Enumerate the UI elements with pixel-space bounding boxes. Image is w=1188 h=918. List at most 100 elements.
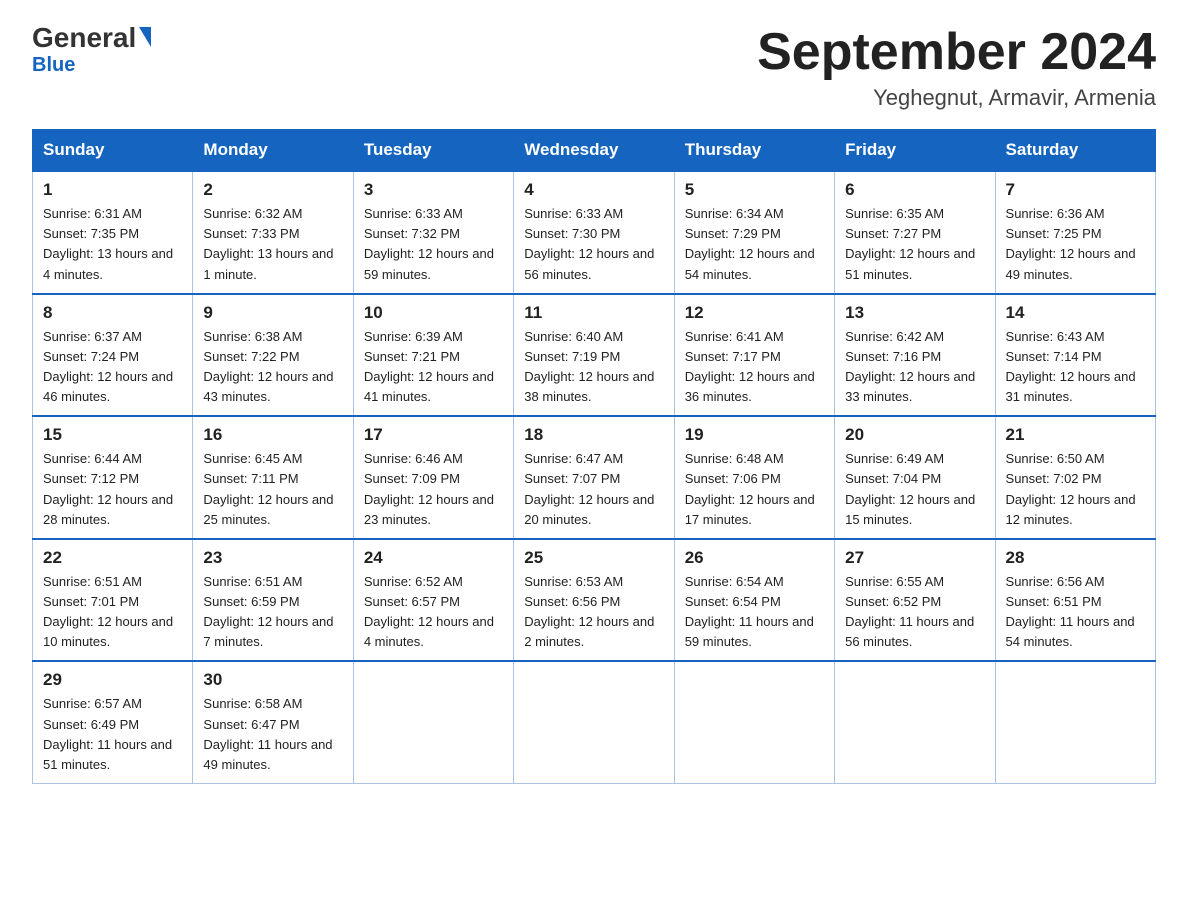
calendar-cell: 14 Sunrise: 6:43 AMSunset: 7:14 PMDayligh… — [995, 294, 1155, 417]
day-number: 26 — [685, 548, 824, 568]
logo: General Blue — [32, 24, 151, 77]
calendar-cell: 5 Sunrise: 6:34 AMSunset: 7:29 PMDaylight… — [674, 171, 834, 294]
header-monday: Monday — [193, 130, 353, 172]
calendar-cell: 25 Sunrise: 6:53 AMSunset: 6:56 PMDayligh… — [514, 539, 674, 662]
day-number: 13 — [845, 303, 984, 323]
calendar-cell: 18 Sunrise: 6:47 AMSunset: 7:07 PMDayligh… — [514, 416, 674, 539]
day-info: Sunrise: 6:49 AMSunset: 7:04 PMDaylight:… — [845, 451, 975, 526]
calendar-cell: 9 Sunrise: 6:38 AMSunset: 7:22 PMDaylight… — [193, 294, 353, 417]
week-row-3: 15 Sunrise: 6:44 AMSunset: 7:12 PMDayligh… — [33, 416, 1156, 539]
day-number: 11 — [524, 303, 663, 323]
day-info: Sunrise: 6:34 AMSunset: 7:29 PMDaylight:… — [685, 206, 815, 281]
day-info: Sunrise: 6:40 AMSunset: 7:19 PMDaylight:… — [524, 329, 654, 404]
calendar-cell: 19Sunrise: 6:48 AMSunset: 7:06 PMDayligh… — [674, 416, 834, 539]
day-info: Sunrise: 6:55 AMSunset: 6:52 PMDaylight:… — [845, 574, 974, 649]
calendar-cell — [514, 661, 674, 783]
logo-text: General — [32, 24, 151, 52]
calendar-cell — [353, 661, 513, 783]
calendar-cell — [995, 661, 1155, 783]
calendar-cell: 10Sunrise: 6:39 AMSunset: 7:21 PMDayligh… — [353, 294, 513, 417]
day-number: 21 — [1006, 425, 1145, 445]
day-info: Sunrise: 6:52 AMSunset: 6:57 PMDaylight:… — [364, 574, 494, 649]
weekday-header-row: Sunday Monday Tuesday Wednesday Thursday… — [33, 130, 1156, 172]
day-info: Sunrise: 6:32 AMSunset: 7:33 PMDaylight:… — [203, 206, 333, 281]
calendar-cell: 29 Sunrise: 6:57 AMSunset: 6:49 PMDayligh… — [33, 661, 193, 783]
day-info: Sunrise: 6:53 AMSunset: 6:56 PMDaylight:… — [524, 574, 654, 649]
day-number: 16 — [203, 425, 342, 445]
day-number: 3 — [364, 180, 503, 200]
calendar-table: Sunday Monday Tuesday Wednesday Thursday… — [32, 129, 1156, 784]
calendar-cell: 13 Sunrise: 6:42 AMSunset: 7:16 PMDayligh… — [835, 294, 995, 417]
header-sunday: Sunday — [33, 130, 193, 172]
day-info: Sunrise: 6:33 AMSunset: 7:32 PMDaylight:… — [364, 206, 494, 281]
calendar-cell — [674, 661, 834, 783]
day-info: Sunrise: 6:33 AMSunset: 7:30 PMDaylight:… — [524, 206, 654, 281]
calendar-cell: 22 Sunrise: 6:51 AMSunset: 7:01 PMDayligh… — [33, 539, 193, 662]
calendar-cell: 15 Sunrise: 6:44 AMSunset: 7:12 PMDayligh… — [33, 416, 193, 539]
title-area: September 2024 Yeghegnut, Armavir, Armen… — [757, 24, 1156, 111]
day-number: 27 — [845, 548, 984, 568]
day-number: 10 — [364, 303, 503, 323]
day-info: Sunrise: 6:42 AMSunset: 7:16 PMDaylight:… — [845, 329, 975, 404]
day-number: 12 — [685, 303, 824, 323]
day-info: Sunrise: 6:58 AMSunset: 6:47 PMDaylight:… — [203, 696, 332, 771]
day-number: 2 — [203, 180, 342, 200]
day-info: Sunrise: 6:44 AMSunset: 7:12 PMDaylight:… — [43, 451, 173, 526]
day-info: Sunrise: 6:47 AMSunset: 7:07 PMDaylight:… — [524, 451, 654, 526]
day-number: 24 — [364, 548, 503, 568]
day-number: 9 — [203, 303, 342, 323]
day-number: 5 — [685, 180, 824, 200]
calendar-cell: 12Sunrise: 6:41 AMSunset: 7:17 PMDayligh… — [674, 294, 834, 417]
calendar-cell: 3 Sunrise: 6:33 AMSunset: 7:32 PMDaylight… — [353, 171, 513, 294]
day-info: Sunrise: 6:51 AMSunset: 7:01 PMDaylight:… — [43, 574, 173, 649]
day-info: Sunrise: 6:45 AMSunset: 7:11 PMDaylight:… — [203, 451, 333, 526]
day-number: 25 — [524, 548, 663, 568]
day-info: Sunrise: 6:31 AMSunset: 7:35 PMDaylight:… — [43, 206, 173, 281]
header-tuesday: Tuesday — [353, 130, 513, 172]
day-info: Sunrise: 6:43 AMSunset: 7:14 PMDaylight:… — [1006, 329, 1136, 404]
calendar-cell: 21 Sunrise: 6:50 AMSunset: 7:02 PMDayligh… — [995, 416, 1155, 539]
calendar-cell: 27 Sunrise: 6:55 AMSunset: 6:52 PMDayligh… — [835, 539, 995, 662]
day-info: Sunrise: 6:50 AMSunset: 7:02 PMDaylight:… — [1006, 451, 1136, 526]
day-number: 22 — [43, 548, 182, 568]
day-number: 15 — [43, 425, 182, 445]
day-number: 14 — [1006, 303, 1145, 323]
calendar-cell — [835, 661, 995, 783]
day-info: Sunrise: 6:57 AMSunset: 6:49 PMDaylight:… — [43, 696, 172, 771]
day-number: 28 — [1006, 548, 1145, 568]
page-header: General Blue September 2024 Yeghegnut, A… — [32, 24, 1156, 111]
calendar-cell: 28Sunrise: 6:56 AMSunset: 6:51 PMDayligh… — [995, 539, 1155, 662]
day-number: 18 — [524, 425, 663, 445]
logo-subtitle: Blue — [32, 54, 75, 77]
calendar-cell: 11 Sunrise: 6:40 AMSunset: 7:19 PMDayligh… — [514, 294, 674, 417]
day-info: Sunrise: 6:51 AMSunset: 6:59 PMDaylight:… — [203, 574, 333, 649]
week-row-1: 1 Sunrise: 6:31 AMSunset: 7:35 PMDaylight… — [33, 171, 1156, 294]
calendar-cell: 20Sunrise: 6:49 AMSunset: 7:04 PMDayligh… — [835, 416, 995, 539]
calendar-cell: 30Sunrise: 6:58 AMSunset: 6:47 PMDayligh… — [193, 661, 353, 783]
calendar-subtitle: Yeghegnut, Armavir, Armenia — [757, 85, 1156, 111]
day-number: 7 — [1006, 180, 1145, 200]
week-row-5: 29 Sunrise: 6:57 AMSunset: 6:49 PMDayligh… — [33, 661, 1156, 783]
day-info: Sunrise: 6:46 AMSunset: 7:09 PMDaylight:… — [364, 451, 494, 526]
day-number: 19 — [685, 425, 824, 445]
day-number: 6 — [845, 180, 984, 200]
header-saturday: Saturday — [995, 130, 1155, 172]
header-thursday: Thursday — [674, 130, 834, 172]
calendar-cell: 2 Sunrise: 6:32 AMSunset: 7:33 PMDaylight… — [193, 171, 353, 294]
day-info: Sunrise: 6:38 AMSunset: 7:22 PMDaylight:… — [203, 329, 333, 404]
calendar-cell: 16 Sunrise: 6:45 AMSunset: 7:11 PMDayligh… — [193, 416, 353, 539]
day-info: Sunrise: 6:35 AMSunset: 7:27 PMDaylight:… — [845, 206, 975, 281]
header-wednesday: Wednesday — [514, 130, 674, 172]
day-info: Sunrise: 6:36 AMSunset: 7:25 PMDaylight:… — [1006, 206, 1136, 281]
day-info: Sunrise: 6:54 AMSunset: 6:54 PMDaylight:… — [685, 574, 814, 649]
calendar-cell: 8Sunrise: 6:37 AMSunset: 7:24 PMDaylight… — [33, 294, 193, 417]
header-friday: Friday — [835, 130, 995, 172]
day-number: 1 — [43, 180, 182, 200]
calendar-cell: 17Sunrise: 6:46 AMSunset: 7:09 PMDayligh… — [353, 416, 513, 539]
day-number: 29 — [43, 670, 182, 690]
calendar-cell: 4Sunrise: 6:33 AMSunset: 7:30 PMDaylight… — [514, 171, 674, 294]
week-row-4: 22 Sunrise: 6:51 AMSunset: 7:01 PMDayligh… — [33, 539, 1156, 662]
calendar-cell: 7 Sunrise: 6:36 AMSunset: 7:25 PMDaylight… — [995, 171, 1155, 294]
calendar-cell: 6 Sunrise: 6:35 AMSunset: 7:27 PMDaylight… — [835, 171, 995, 294]
week-row-2: 8Sunrise: 6:37 AMSunset: 7:24 PMDaylight… — [33, 294, 1156, 417]
